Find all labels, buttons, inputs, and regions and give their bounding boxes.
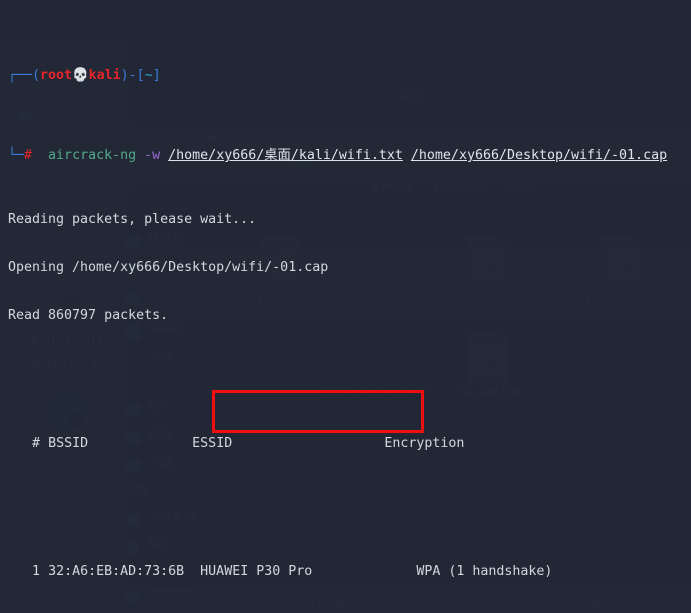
prompt-sigil: # bbox=[24, 148, 33, 163]
table-header: # BSSID ESSID Encryption bbox=[0, 436, 691, 452]
table-header-bssid: BSSID bbox=[48, 436, 89, 451]
prompt-host: kali bbox=[88, 68, 121, 83]
table-cell-encryption: WPA (1 handshake) bbox=[416, 564, 553, 579]
table-header-encryption: Encryption bbox=[384, 436, 465, 451]
output-reading-1: Reading packets, please wait... bbox=[8, 212, 257, 227]
table-header-index: # bbox=[32, 436, 41, 451]
prompt-line-command[interactable]: └─# aircrack-ng -w /home/xy666/桌面/kali/w… bbox=[0, 148, 691, 164]
table-cell-essid: HUAWEI P30 Pro bbox=[200, 564, 313, 579]
terminal-output: ┌──(root💀kali)-[~] └─# aircrack-ng -w /h… bbox=[0, 0, 691, 613]
blank-2 bbox=[0, 484, 691, 500]
prompt-user: root bbox=[40, 68, 73, 83]
table-cell-bssid: 32:A6:EB:AD:73:6B bbox=[48, 564, 185, 579]
skull-icon: 💀 bbox=[72, 68, 89, 83]
command-capture-path: /home/xy666/Desktop/wifi/-01.cap bbox=[410, 148, 668, 163]
output-opening-1: Opening /home/xy666/Desktop/wifi/-01.cap bbox=[8, 260, 329, 275]
prompt-line-top: ┌──(root💀kali)-[~] bbox=[0, 68, 691, 84]
table-row[interactable]: 1 32:A6:EB:AD:73:6B HUAWEI P30 Pro WPA (… bbox=[0, 564, 691, 580]
table-header-essid: ESSID bbox=[192, 436, 233, 451]
blank-1 bbox=[0, 356, 691, 372]
screen-root: Kali Linux amd641 文件(F) 编辑(E) 视图(V) 转到(G… bbox=[0, 0, 691, 613]
prompt-corner-bottom: └─ bbox=[8, 148, 25, 163]
terminal-window[interactable]: ┌──(root💀kali)-[~] └─# aircrack-ng -w /h… bbox=[0, 0, 691, 613]
command-program: aircrack-ng bbox=[48, 148, 137, 163]
command-flag: -w bbox=[144, 148, 161, 163]
table-cell-index: 1 bbox=[32, 564, 41, 579]
output-read-1: Read 860797 packets. bbox=[8, 308, 169, 323]
command-wordlist-path: /home/xy666/桌面/kali/wifi.txt bbox=[168, 148, 403, 163]
prompt-close-bracket: ] bbox=[152, 68, 161, 83]
prompt-close-paren: )-[ bbox=[120, 68, 145, 83]
prompt-cwd: ~ bbox=[144, 68, 153, 83]
prompt-corner-top: ┌──( bbox=[8, 68, 41, 83]
